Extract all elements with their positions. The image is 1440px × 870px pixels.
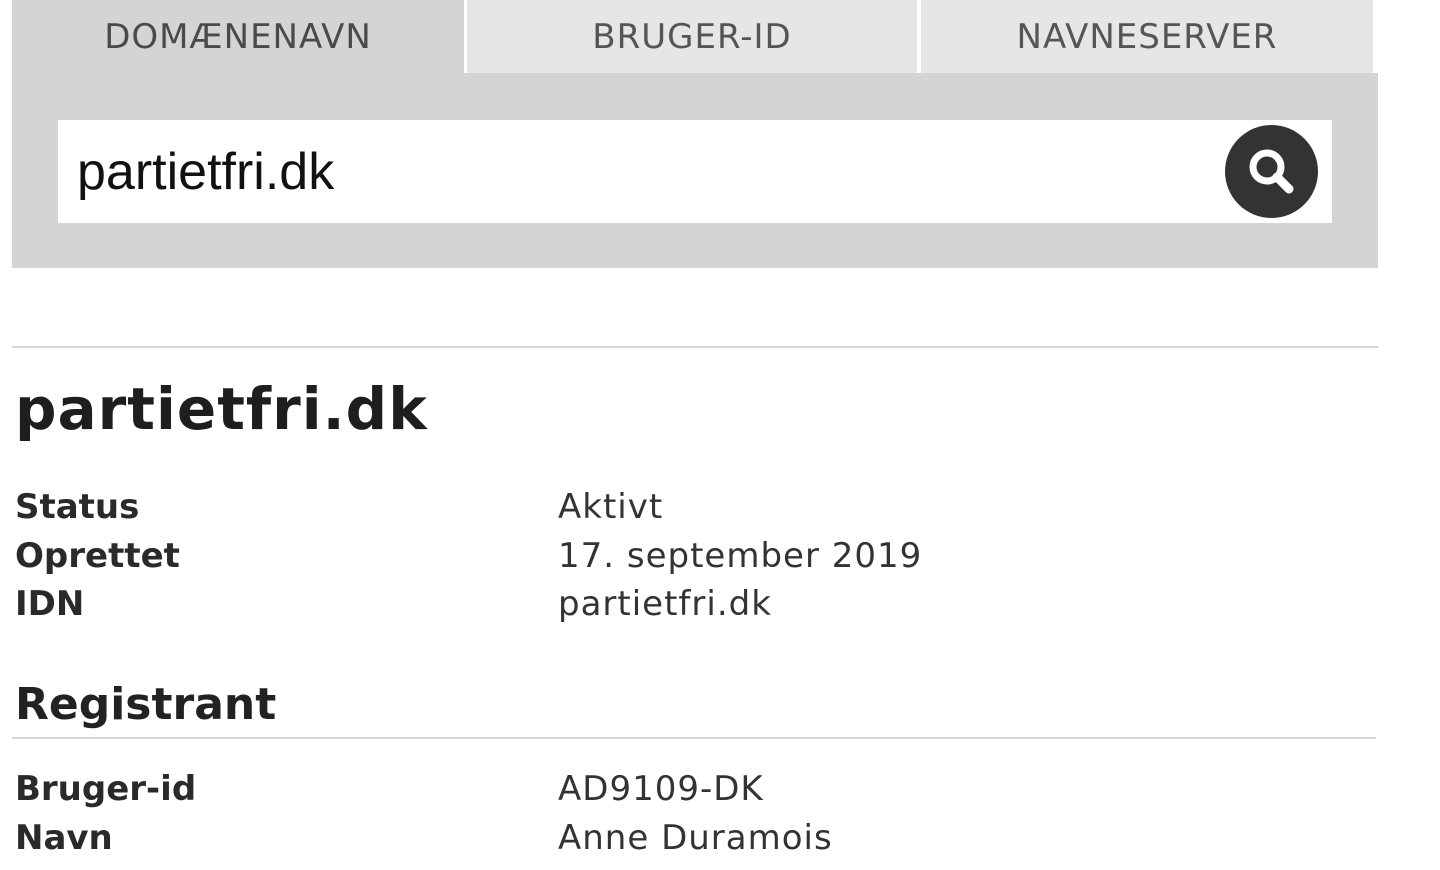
info-row-idn: IDN partietfri.dk: [15, 582, 1315, 626]
info-value: Anne Duramois: [558, 818, 833, 858]
search-button[interactable]: [1225, 125, 1318, 218]
search-panel: [12, 73, 1378, 268]
info-row-oprettet: Oprettet 17. september 2019: [15, 534, 1315, 578]
search-icon: [1249, 149, 1293, 193]
registrant-divider: [12, 737, 1376, 739]
info-row-status: Status Aktivt: [15, 485, 1315, 529]
info-row-bruger-id: Bruger-id AD9109-DK: [15, 767, 1315, 811]
info-label: Oprettet: [15, 536, 180, 576]
info-value: partietfri.dk: [558, 584, 772, 624]
info-label: Navn: [15, 818, 113, 858]
search-input[interactable]: [58, 120, 1208, 223]
info-value: Aktivt: [558, 487, 664, 527]
registrant-heading: Registrant: [15, 679, 277, 730]
info-label: Status: [15, 487, 140, 527]
info-label: Bruger-id: [15, 769, 197, 809]
section-divider: [12, 346, 1378, 348]
tab-bruger-id[interactable]: BRUGER-ID: [467, 0, 917, 73]
search-tabs: DOMÆNENAVN BRUGER-ID NAVNESERVER: [12, 0, 1378, 73]
domain-title: partietfri.dk: [15, 375, 428, 443]
info-label: IDN: [15, 584, 85, 624]
info-row-navn: Navn Anne Duramois: [15, 816, 1315, 860]
tab-navneserver[interactable]: NAVNESERVER: [921, 0, 1373, 73]
whois-lookup: DOMÆNENAVN BRUGER-ID NAVNESERVER: [12, 0, 1378, 268]
info-value: 17. september 2019: [558, 536, 923, 576]
search-box: [58, 120, 1332, 223]
tab-domaenenavn[interactable]: DOMÆNENAVN: [12, 0, 464, 73]
info-value: AD9109-DK: [558, 769, 764, 809]
